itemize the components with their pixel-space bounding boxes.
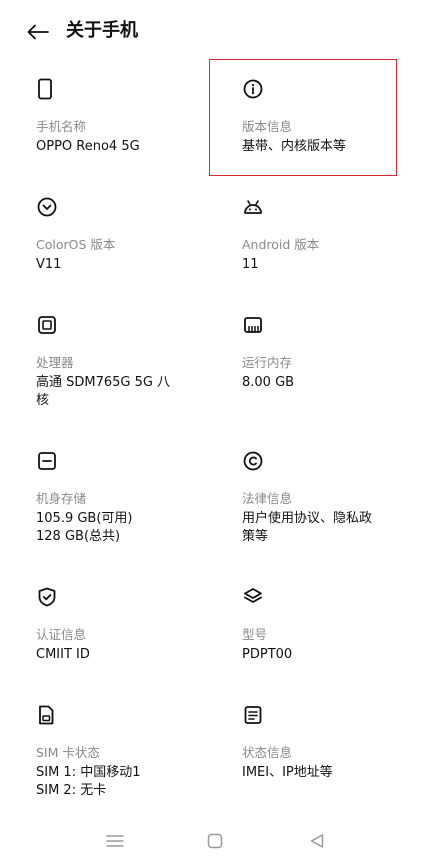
nav-menu-button[interactable] — [102, 828, 128, 854]
item-value: IMEI、IP地址等 — [242, 765, 333, 780]
item-certification[interactable]: 认证信息 CMIIT ID — [36, 586, 206, 664]
item-value: 高通 SDM765G 5G 八 核 — [36, 374, 206, 410]
nav-home-button[interactable] — [202, 828, 228, 854]
storage-icon — [36, 450, 58, 472]
sim-card-icon — [36, 704, 58, 726]
item-label: 运行内存 — [242, 355, 293, 370]
coloros-icon — [36, 196, 58, 218]
back-button[interactable] — [26, 20, 50, 44]
item-value-line: 策等 — [242, 529, 269, 544]
item-label: 状态信息 — [242, 745, 293, 760]
page-title: 关于手机 — [66, 20, 138, 41]
item-label: ColorOS 版本 — [36, 237, 116, 252]
item-value-line: SIM 1: 中国移动1 — [36, 765, 141, 780]
home-square-icon — [207, 833, 223, 849]
processor-icon — [36, 314, 58, 336]
item-android-version[interactable]: Android 版本 11 — [242, 196, 412, 274]
item-value: CMIIT ID — [36, 647, 90, 662]
shield-check-icon — [36, 586, 58, 608]
back-triangle-icon — [310, 834, 324, 848]
menu-icon — [106, 835, 124, 847]
item-value: V11 — [36, 257, 62, 272]
item-label: 法律信息 — [242, 491, 293, 506]
item-label: SIM 卡状态 — [36, 745, 100, 760]
item-value: 11 — [242, 257, 259, 272]
copyright-icon — [242, 450, 264, 472]
item-label: Android 版本 — [242, 237, 320, 252]
item-label: 处理器 — [36, 355, 74, 370]
item-device-name[interactable]: 手机名称 OPPO Reno4 5G — [36, 78, 206, 156]
item-value-line: 核 — [36, 393, 50, 408]
item-label: 机身存储 — [36, 491, 87, 506]
item-value: 基带、内核版本等 — [242, 139, 347, 154]
item-status-info[interactable]: 状态信息 IMEI、IP地址等 — [242, 704, 412, 782]
item-value-line: 用户使用协议、隐私政 — [242, 511, 373, 526]
item-legal-info[interactable]: 法律信息 用户使用协议、隐私政 策等 — [242, 450, 412, 546]
item-version-info[interactable]: 版本信息 基带、内核版本等 — [242, 78, 412, 156]
item-label: 型号 — [242, 627, 268, 642]
nav-back-button[interactable] — [304, 828, 330, 854]
item-memory[interactable]: 运行内存 8.00 GB — [242, 314, 412, 392]
item-value: PDPT00 — [242, 647, 293, 662]
item-sim-status[interactable]: SIM 卡状态 SIM 1: 中国移动1 SIM 2: 无卡 — [36, 704, 206, 800]
item-value-line: 128 GB(总共) — [36, 529, 121, 544]
item-value-line: 高通 SDM765G 5G 八 — [36, 375, 171, 390]
phone-icon — [36, 78, 58, 100]
item-value: SIM 1: 中国移动1 SIM 2: 无卡 — [36, 764, 206, 800]
item-value: 105.9 GB(可用) 128 GB(总共) — [36, 510, 206, 546]
item-value: 用户使用协议、隐私政 策等 — [242, 510, 412, 546]
item-coloros-version[interactable]: ColorOS 版本 V11 — [36, 196, 206, 274]
arrow-left-icon — [27, 24, 49, 40]
layers-icon — [242, 586, 264, 608]
memory-icon — [242, 314, 264, 336]
item-label: 认证信息 — [36, 627, 87, 642]
info-icon — [242, 78, 264, 100]
item-label: 版本信息 — [242, 119, 293, 134]
item-value: OPPO Reno4 5G — [36, 139, 140, 154]
android-icon — [242, 196, 264, 218]
item-processor[interactable]: 处理器 高通 SDM765G 5G 八 核 — [36, 314, 206, 410]
item-label: 手机名称 — [36, 119, 87, 134]
item-value-line: 105.9 GB(可用) — [36, 511, 133, 526]
document-icon — [242, 704, 264, 726]
navigation-bar — [0, 822, 430, 862]
app-bar: 关于手机 — [0, 0, 430, 64]
item-value: 8.00 GB — [242, 375, 295, 390]
item-value-line: SIM 2: 无卡 — [36, 783, 107, 798]
item-storage[interactable]: 机身存储 105.9 GB(可用) 128 GB(总共) — [36, 450, 206, 546]
item-model[interactable]: 型号 PDPT00 — [242, 586, 412, 664]
